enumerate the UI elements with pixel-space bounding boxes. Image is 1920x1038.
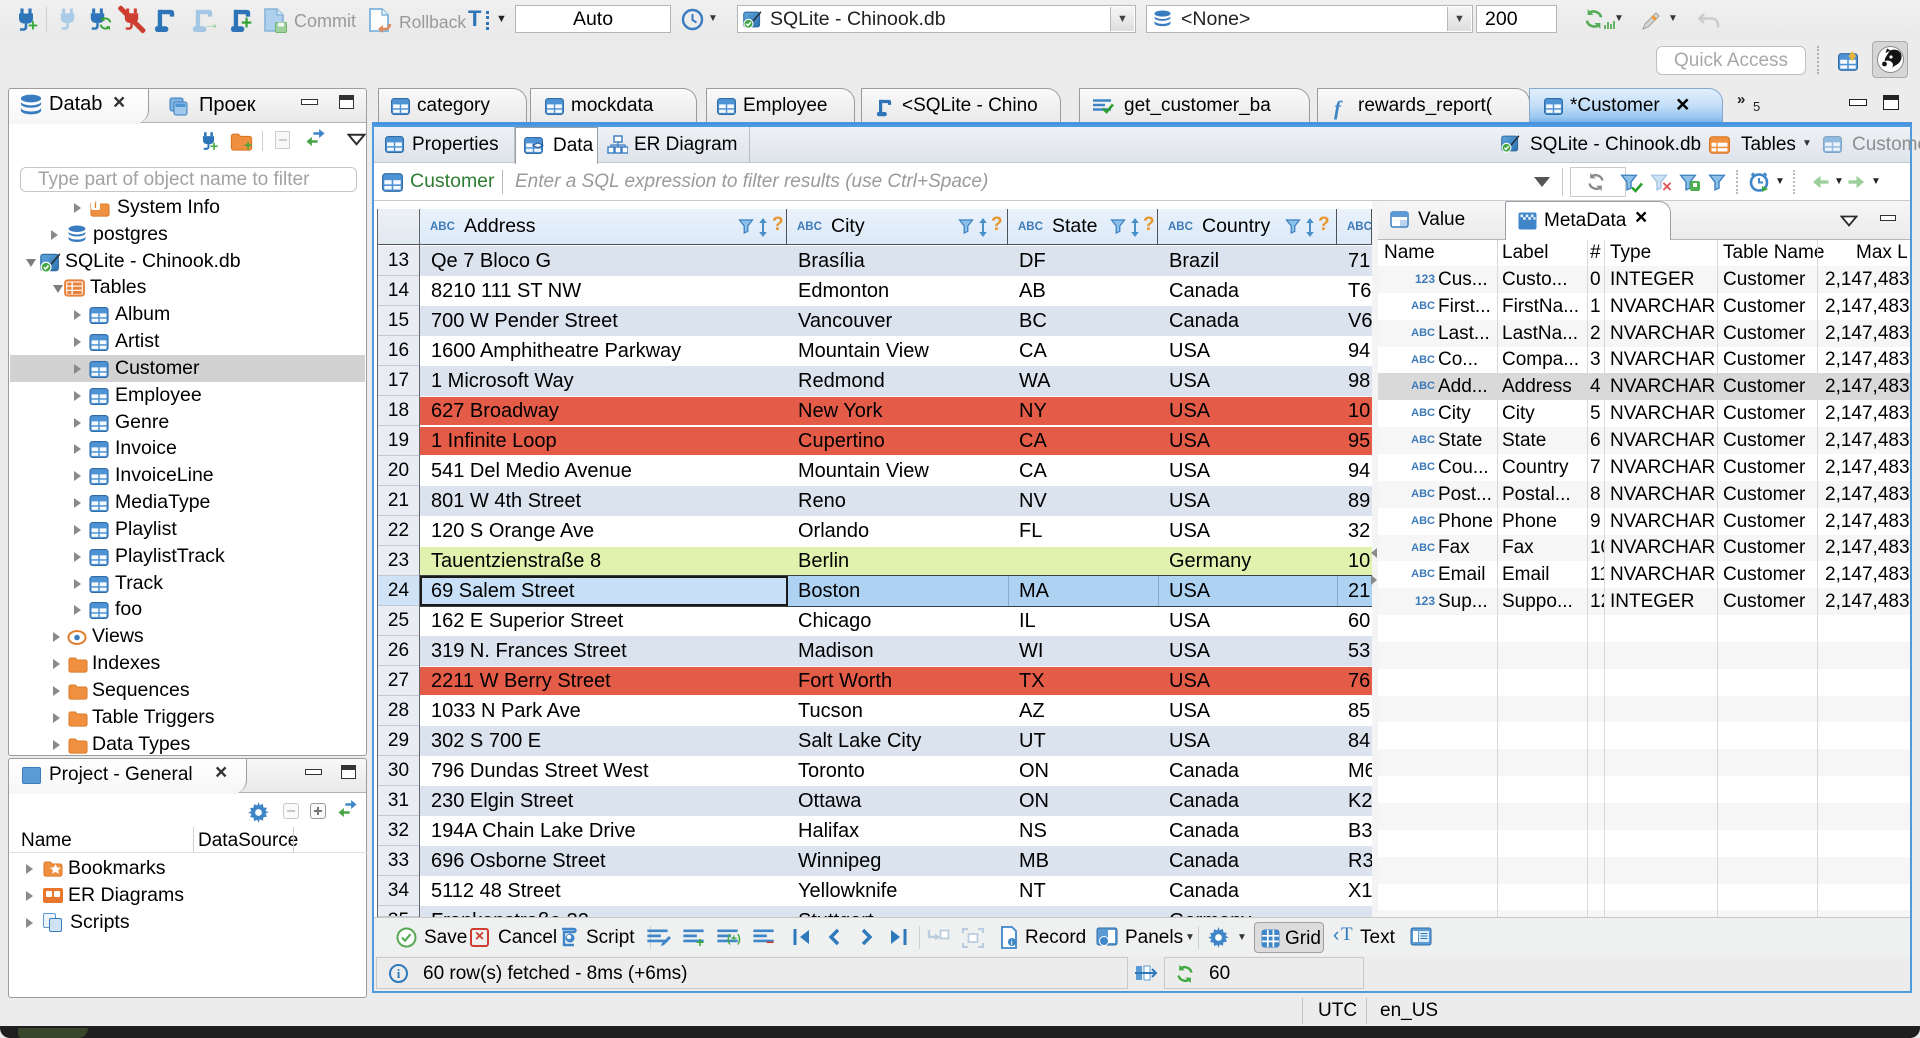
svg-text:i: i xyxy=(1011,940,1013,947)
